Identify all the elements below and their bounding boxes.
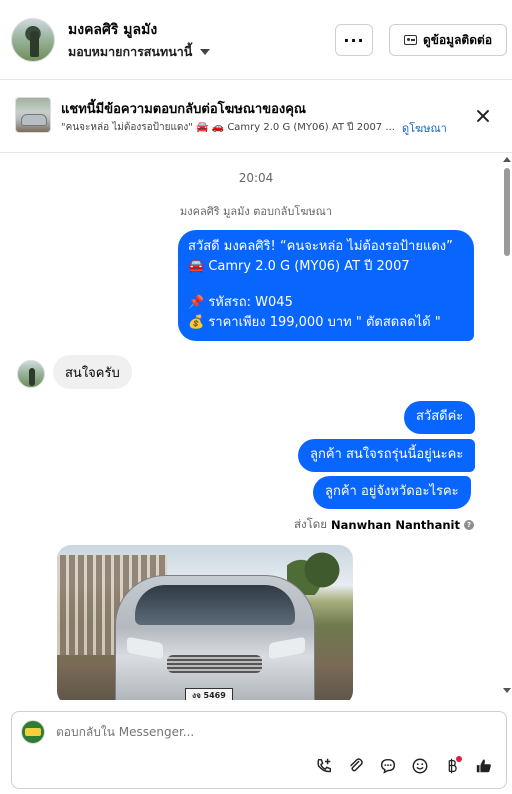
message-timestamp: 20:04 — [238, 171, 274, 185]
ad-reply-notice: มงคลศิริ มูลมัง ตอบกลับโฆษณา — [179, 205, 333, 218]
car-windshield-shape — [135, 585, 295, 625]
caret-down-icon — [200, 49, 211, 55]
view-ad-link[interactable]: ดูโฆษณา — [402, 119, 447, 137]
notification-dot — [456, 756, 462, 762]
contact-card-icon — [403, 35, 417, 45]
close-icon[interactable] — [475, 108, 491, 124]
reply-composer — [11, 711, 507, 789]
view-contact-label: ดูข้อมูลติดต่อ — [422, 32, 493, 47]
car-thumbnail-shape — [21, 114, 47, 126]
contact-name[interactable]: มงคลศิริ มูลมัง — [68, 19, 157, 41]
contact-avatar-small — [17, 360, 45, 388]
more-options-button[interactable]: ··· — [335, 24, 373, 56]
scrollbar-thumb[interactable] — [504, 168, 510, 256]
sent-by-name: Nanwhan Nanthanit — [331, 518, 460, 532]
outgoing-message[interactable]: ลูกค้า สนใจรถรุ่นนี้อยู่นะคะ — [298, 439, 476, 472]
ad-banner-title: แชทนี้มีข้อความตอบกลับต่อโฆษณาของคุณ — [61, 102, 306, 117]
assign-label: มอบหมายการสนทนานี้ — [68, 44, 193, 59]
avatar-figure — [29, 368, 35, 386]
emoji-icon[interactable] — [410, 756, 430, 776]
ad-reply-banner: แชทนี้มีข้อความตอบกลับต่อโฆษณาของคุณ "คน… — [0, 80, 512, 153]
conversation-header: มงคลศิริ มูลมัง มอบหมายการสนทนานี้ ··· ด… — [0, 0, 512, 80]
call-icon[interactable] — [314, 756, 334, 776]
avatar-figure — [30, 31, 39, 57]
composer-toolbar — [314, 756, 494, 776]
ad-banner-description: "คนจะหล่อ ไม่ต้องรอป้ายแดง" 🚘 🚗 Camry 2.… — [61, 122, 395, 133]
attach-icon[interactable] — [346, 756, 366, 776]
ad-message-line: 📌 รหัสรถ: W045 — [188, 295, 293, 311]
scroll-up-arrow-icon[interactable] — [503, 157, 511, 162]
thumbs-up-icon[interactable] — [474, 756, 494, 776]
sent-by-prefix: ส่งโดย — [293, 517, 328, 531]
outgoing-message[interactable]: ลูกค้า อยู่จังหวัดอะไรคะ — [313, 476, 471, 509]
ad-message-line: 💰 ราคาเพียง 199,000 บาท " ตัดสดลดได้ " — [188, 315, 441, 331]
incoming-message[interactable]: สนใจครับ — [53, 355, 132, 389]
ad-thumbnail — [15, 97, 51, 133]
page-avatar — [21, 720, 45, 744]
scroll-down-arrow-icon[interactable] — [503, 688, 511, 693]
outgoing-message[interactable]: สวัสดีค่ะ — [404, 401, 476, 434]
message-thread[interactable]: 20:04 มงคลศิริ มูลมัง ตอบกลับโฆษณา สวัสด… — [0, 154, 512, 700]
outgoing-ad-message[interactable]: สวัสดี มงคลศิริ! “คนจะหล่อ ไม่ต้องรอป้าย… — [178, 230, 474, 341]
payment-baht-icon[interactable] — [442, 756, 462, 776]
page-logo-shape — [25, 728, 41, 736]
view-contact-button[interactable]: ดูข้อมูลติดต่อ — [389, 24, 507, 56]
contact-avatar[interactable] — [11, 18, 55, 62]
photo-message[interactable]: งจ 5469 — [57, 545, 353, 700]
reply-input[interactable] — [56, 725, 476, 739]
saved-replies-icon[interactable] — [378, 756, 398, 776]
car-grille-shape — [167, 655, 262, 673]
assign-conversation-dropdown[interactable]: มอบหมายการสนทนานี้ — [68, 42, 211, 62]
ad-message-line: 🚘 Camry 2.0 G (MY06) AT ปี 2007 — [188, 259, 410, 275]
sent-by-line: ส่งโดย Nanwhan Nanthanit ? — [294, 516, 474, 534]
info-icon[interactable]: ? — [464, 520, 474, 530]
license-plate: งจ 5469 — [185, 688, 233, 700]
ad-message-line: สวัสดี มงคลศิริ! “คนจะหล่อ ไม่ต้องรอป้าย… — [188, 239, 453, 254]
